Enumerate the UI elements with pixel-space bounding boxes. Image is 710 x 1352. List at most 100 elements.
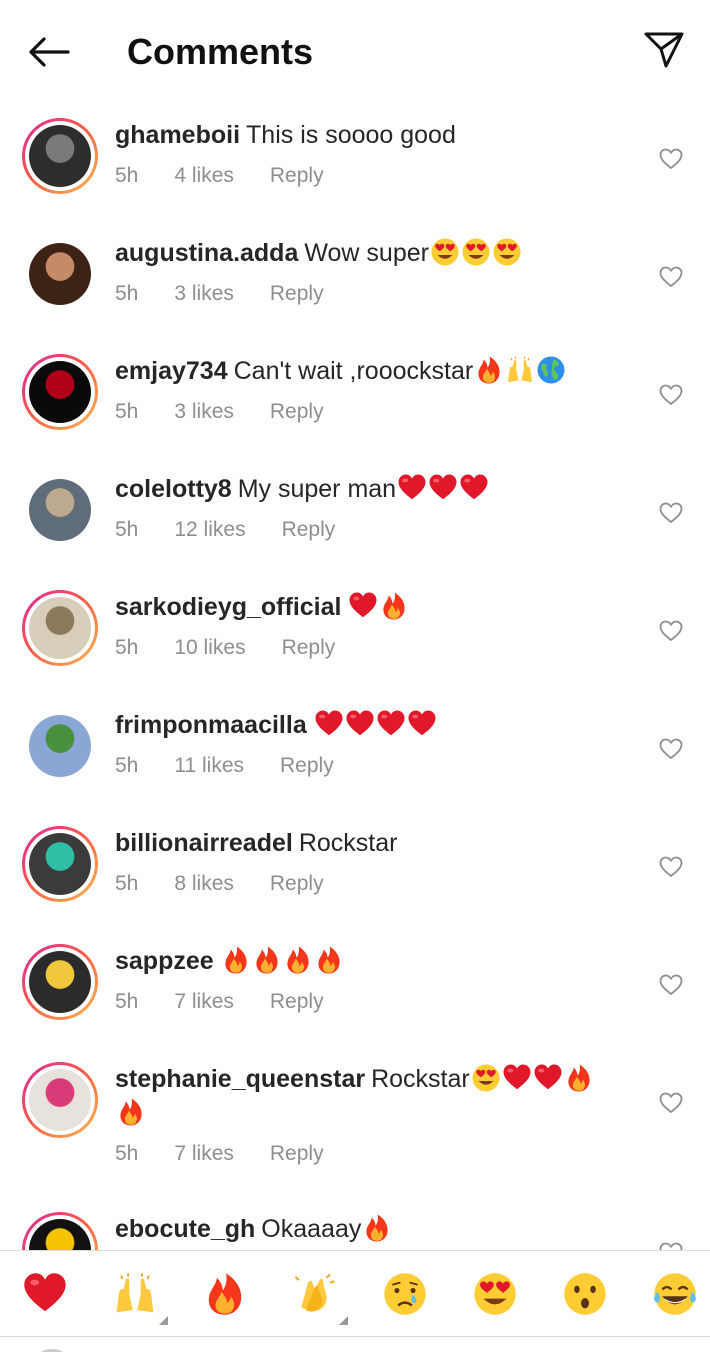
heart-eyes-icon bbox=[493, 238, 521, 266]
red-heart-icon bbox=[377, 710, 405, 736]
comment-composer bbox=[0, 1336, 710, 1352]
fire-icon bbox=[383, 592, 406, 620]
comment-username[interactable]: stephanie_queenstar bbox=[115, 1065, 365, 1093]
reply-button[interactable]: Reply bbox=[282, 516, 336, 544]
fire-icon bbox=[568, 1064, 590, 1092]
comment-username[interactable]: sarkodieyg_official bbox=[115, 593, 341, 621]
comment-text: ebocute_gh Okaaaay bbox=[115, 1212, 635, 1246]
reaction-tears-of-joy-button[interactable] bbox=[650, 1269, 700, 1319]
red-heart-icon bbox=[315, 710, 343, 736]
comment-text: augustina.adda Wow super bbox=[115, 236, 635, 270]
red-heart-icon bbox=[503, 1064, 531, 1090]
like-comment-button[interactable] bbox=[656, 734, 686, 764]
comment-time: 5h bbox=[115, 518, 139, 541]
comment-username[interactable]: colelotty8 bbox=[115, 475, 232, 503]
heart-eyes-icon bbox=[472, 1064, 500, 1092]
comment-likes[interactable]: 12 likes bbox=[174, 516, 245, 544]
red-heart-icon bbox=[24, 1273, 66, 1312]
heart-outline-icon bbox=[659, 266, 683, 287]
back-button[interactable] bbox=[26, 32, 72, 72]
heart-outline-icon bbox=[659, 384, 683, 405]
comment-likes[interactable]: 4 likes bbox=[174, 162, 234, 190]
comment-username[interactable]: ebocute_gh bbox=[115, 1215, 255, 1243]
raising-hands-icon bbox=[508, 356, 533, 382]
reply-button[interactable]: Reply bbox=[280, 752, 334, 780]
header: Comments bbox=[0, 0, 710, 104]
heart-eyes-icon bbox=[431, 238, 459, 266]
avatar[interactable] bbox=[22, 826, 98, 902]
heart-outline-icon bbox=[659, 1092, 683, 1113]
comment-text: emjay734 Can't wait ,rooockstar bbox=[115, 354, 635, 388]
clapping-hands-icon bbox=[294, 1273, 335, 1312]
reply-button[interactable]: Reply bbox=[270, 870, 324, 898]
avatar[interactable] bbox=[22, 1062, 98, 1138]
comment-username[interactable]: frimponmaacilla bbox=[115, 711, 307, 739]
avatar[interactable] bbox=[22, 236, 98, 312]
like-comment-button[interactable] bbox=[656, 1238, 686, 1250]
comment-likes[interactable]: 3 likes bbox=[174, 398, 234, 426]
heart-eyes-icon bbox=[474, 1273, 516, 1315]
reaction-red-heart-button[interactable] bbox=[20, 1269, 70, 1319]
comment-username[interactable]: billionairreadel bbox=[115, 829, 293, 857]
comment-username[interactable]: sappzee bbox=[115, 947, 214, 975]
reaction-fire-button[interactable] bbox=[200, 1269, 250, 1319]
arrow-left-icon bbox=[29, 37, 70, 67]
comment-time: 5h bbox=[115, 636, 139, 659]
like-comment-button[interactable] bbox=[656, 616, 686, 646]
comment-meta: 5h 3 likes Reply bbox=[115, 398, 635, 426]
red-heart-icon bbox=[534, 1064, 562, 1090]
reaction-surprised-face-button[interactable] bbox=[560, 1269, 610, 1319]
avatar[interactable] bbox=[22, 472, 98, 548]
like-comment-button[interactable] bbox=[656, 970, 686, 1000]
like-comment-button[interactable] bbox=[656, 144, 686, 174]
heart-outline-icon bbox=[659, 738, 683, 759]
like-comment-button[interactable] bbox=[656, 1088, 686, 1118]
red-heart-icon bbox=[349, 592, 377, 618]
comment-username[interactable]: emjay734 bbox=[115, 357, 228, 385]
comment-likes[interactable]: 11 likes bbox=[174, 752, 244, 780]
comment-message: My super man bbox=[237, 475, 397, 503]
avatar[interactable] bbox=[22, 590, 98, 666]
fire-icon bbox=[366, 1214, 388, 1242]
skin-tone-indicator bbox=[159, 1316, 168, 1325]
reply-button[interactable]: Reply bbox=[270, 162, 324, 190]
heart-outline-icon bbox=[659, 974, 683, 995]
raising-hands-icon bbox=[116, 1273, 154, 1313]
reaction-clapping-hands-button[interactable] bbox=[290, 1269, 348, 1325]
reaction-raising-hands-button[interactable] bbox=[110, 1269, 168, 1325]
comment-text: sappzee bbox=[115, 944, 635, 978]
avatar[interactable] bbox=[22, 1212, 98, 1250]
avatar[interactable] bbox=[22, 944, 98, 1020]
like-comment-button[interactable] bbox=[656, 852, 686, 882]
comment-username[interactable]: ghameboii bbox=[115, 121, 240, 149]
comment-likes[interactable]: 7 likes bbox=[174, 988, 234, 1016]
like-comment-button[interactable] bbox=[656, 498, 686, 528]
reaction-crying-face-button[interactable] bbox=[380, 1269, 430, 1319]
comment-likes[interactable]: 10 likes bbox=[174, 634, 245, 662]
reply-button[interactable]: Reply bbox=[270, 1140, 324, 1168]
like-comment-button[interactable] bbox=[656, 380, 686, 410]
like-comment-button[interactable] bbox=[656, 262, 686, 292]
comment-username[interactable]: augustina.adda bbox=[115, 239, 298, 267]
comment-likes[interactable]: 7 likes bbox=[174, 1140, 234, 1168]
fire-icon bbox=[318, 946, 340, 974]
fire-icon bbox=[287, 946, 309, 974]
reply-button[interactable]: Reply bbox=[282, 634, 336, 662]
comment-text: billionairreadel Rockstar bbox=[115, 826, 635, 860]
share-button[interactable] bbox=[640, 28, 688, 72]
avatar[interactable] bbox=[22, 118, 98, 194]
red-heart-icon bbox=[408, 710, 436, 736]
comment-likes[interactable]: 3 likes bbox=[174, 280, 234, 308]
reply-button[interactable]: Reply bbox=[270, 988, 324, 1016]
comment-likes[interactable]: 8 likes bbox=[174, 870, 234, 898]
comment-message: Rockstar bbox=[371, 1065, 470, 1093]
avatar[interactable] bbox=[22, 354, 98, 430]
reply-button[interactable]: Reply bbox=[270, 280, 324, 308]
avatar[interactable] bbox=[22, 708, 98, 784]
comment-time: 5h bbox=[115, 754, 139, 777]
comment-message: Rockstar bbox=[298, 829, 398, 857]
comment-list[interactable]: ghameboii This is soooo good 5h 4 likes Repl… bbox=[0, 104, 710, 1250]
reaction-heart-eyes-button[interactable] bbox=[470, 1269, 520, 1319]
crying-face-icon bbox=[384, 1273, 426, 1315]
reply-button[interactable]: Reply bbox=[270, 398, 324, 426]
